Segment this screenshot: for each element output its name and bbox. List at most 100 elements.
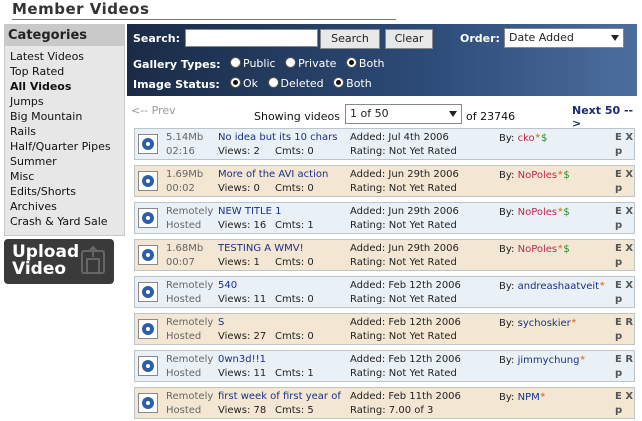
category-top-rated[interactable]: Top Rated — [5, 64, 124, 79]
video-thumbnail[interactable] — [138, 282, 158, 302]
video-title-link[interactable]: More of the AVI action — [218, 169, 328, 180]
p-link[interactable]: p — [615, 257, 622, 268]
uploader-link[interactable]: NoPoles — [518, 244, 558, 255]
video-title-link[interactable]: 540 — [218, 280, 237, 291]
chevron-down-icon — [611, 35, 619, 41]
video-views: Views: 0 — [218, 183, 260, 194]
order-select[interactable]: Date Added — [504, 28, 624, 48]
video-added: Added: Jun 29th 2006 — [350, 243, 459, 254]
category-misc[interactable]: Misc — [5, 169, 124, 184]
category-rails[interactable]: Rails — [5, 124, 124, 139]
uploader-link[interactable]: andreashaatveit — [518, 281, 599, 292]
video-title-link[interactable]: TESTING A WMV! — [218, 243, 304, 254]
video-duration: Hosted — [166, 331, 202, 342]
order-select-value: Date Added — [509, 31, 574, 44]
video-title-link[interactable]: 0wn3d!!1 — [218, 354, 266, 365]
gallery-types-options: Public Private Both — [230, 57, 390, 70]
video-added: Added: Jul 4th 2006 — [350, 132, 449, 143]
video-duration: Hosted — [166, 405, 202, 416]
edit-delete-controls[interactable]: E R — [615, 354, 633, 365]
status-option-deleted[interactable]: Deleted — [267, 77, 324, 90]
p-link[interactable]: p — [615, 331, 622, 342]
video-thumbnail[interactable] — [138, 393, 158, 413]
category-big-mountain[interactable]: Big Mountain — [5, 109, 124, 124]
video-title-link[interactable]: S — [218, 317, 224, 328]
video-row[interactable]: 5.14Mb 02:16 No idea but its 10 chars Views… — [134, 128, 635, 160]
video-thumbnail[interactable] — [138, 134, 158, 154]
video-thumbnail[interactable] — [138, 245, 158, 265]
p-link[interactable]: p — [615, 220, 622, 231]
edit-delete-controls[interactable]: E X — [615, 206, 633, 217]
video-thumbnail[interactable] — [138, 208, 158, 228]
uploader-link[interactable]: jimmychung — [518, 355, 580, 366]
radio-icon — [267, 77, 279, 88]
uploader-link[interactable]: sychoskier — [518, 318, 571, 329]
video-thumbnail[interactable] — [138, 171, 158, 191]
radio-selected-icon — [345, 57, 357, 68]
category-all-videos[interactable]: All Videos — [5, 79, 124, 94]
media-disc-icon — [142, 286, 154, 298]
uploader-link[interactable]: cko — [518, 133, 535, 144]
video-title-link[interactable]: NEW TITLE 1 — [218, 206, 281, 217]
next-link[interactable]: Next 50 --> — [572, 104, 642, 130]
page-select[interactable]: 1 of 50 — [345, 104, 462, 124]
category-half-quarter-pipes[interactable]: Half/Quarter Pipes — [5, 139, 124, 154]
category-summer[interactable]: Summer — [5, 154, 124, 169]
category-jumps[interactable]: Jumps — [5, 94, 124, 109]
media-disc-icon — [142, 397, 154, 409]
status-option-ok[interactable]: Ok — [230, 77, 258, 90]
video-title-link[interactable]: No idea but its 10 chars — [218, 132, 337, 143]
video-thumbnail[interactable] — [138, 356, 158, 376]
video-duration: Hosted — [166, 294, 202, 305]
edit-delete-controls[interactable]: E X — [615, 280, 633, 291]
uploader-link[interactable]: NoPoles — [518, 170, 558, 181]
p-link[interactable]: p — [615, 405, 622, 416]
gallery-option-private[interactable]: Private — [285, 57, 336, 70]
video-row[interactable]: 1.68Mb 00:07 TESTING A WMV! Views: 1 Cmts: 0… — [134, 239, 635, 271]
prev-link[interactable]: <-- Prev — [131, 104, 176, 117]
uploader-link[interactable]: NoPoles — [518, 207, 558, 218]
video-row[interactable]: Remotely Hosted S Views: 27 Cmts: 0 Added: Fe… — [134, 313, 635, 345]
video-row[interactable]: Remotely Hosted first week of first year o… — [134, 387, 635, 419]
gallery-option-both[interactable]: Both — [345, 57, 384, 70]
category-latest-videos[interactable]: Latest Videos — [5, 49, 124, 64]
p-link[interactable]: p — [615, 294, 622, 305]
video-title-link[interactable]: first week of first year of — [218, 391, 341, 402]
edit-delete-controls[interactable]: E X — [615, 243, 633, 254]
video-row[interactable]: Remotely Hosted 540 Views: 11 Cmts: 0 Added: … — [134, 276, 635, 308]
gallery-option-public[interactable]: Public — [230, 57, 276, 70]
category-archives[interactable]: Archives — [5, 199, 124, 214]
video-row[interactable]: 1.69Mb 00:02 More of the AVI action Views: … — [134, 165, 635, 197]
category-crash-yard-sale[interactable]: Crash & Yard Sale — [5, 214, 124, 229]
video-comments: Cmts: 5 — [275, 405, 314, 416]
p-link[interactable]: p — [615, 183, 622, 194]
video-row[interactable]: Remotely Hosted NEW TITLE 1 Views: 16 Cmts: … — [134, 202, 635, 234]
categories-list: Latest Videos Top Rated All Videos Jumps… — [5, 49, 124, 229]
video-size: 1.68Mb — [166, 243, 204, 254]
category-edits-shorts[interactable]: Edits/Shorts — [5, 184, 124, 199]
search-button[interactable]: Search — [320, 29, 380, 49]
status-option-both[interactable]: Both — [333, 77, 372, 90]
video-row[interactable]: Remotely Hosted 0wn3d!!1 Views: 11 Cmts: 1 Ad… — [134, 350, 635, 382]
categories-heading: Categories — [5, 25, 124, 46]
media-disc-icon — [142, 175, 154, 187]
p-link[interactable]: p — [615, 368, 622, 379]
media-disc-icon — [142, 360, 154, 372]
uploader-link[interactable]: NPM — [518, 392, 540, 403]
edit-delete-controls[interactable]: E X — [615, 132, 633, 143]
upload-video-button[interactable]: Upload Video — [4, 239, 114, 284]
member-badge: $ — [563, 207, 570, 218]
showing-label: Showing videos — [254, 110, 340, 123]
p-link[interactable]: p — [615, 146, 622, 157]
edit-delete-controls[interactable]: E X — [615, 391, 633, 402]
video-rating: Rating: Not Yet Rated — [350, 331, 457, 342]
edit-delete-controls[interactable]: E X — [615, 169, 633, 180]
video-thumbnail[interactable] — [138, 319, 158, 339]
clear-button[interactable]: Clear — [385, 29, 433, 49]
video-byline: By: NoPoles★$ — [499, 206, 570, 218]
media-disc-icon — [142, 323, 154, 335]
by-label: By: — [499, 244, 515, 255]
star-icon: ★ — [539, 391, 547, 399]
search-input[interactable] — [185, 29, 318, 47]
edit-delete-controls[interactable]: E R — [615, 317, 633, 328]
